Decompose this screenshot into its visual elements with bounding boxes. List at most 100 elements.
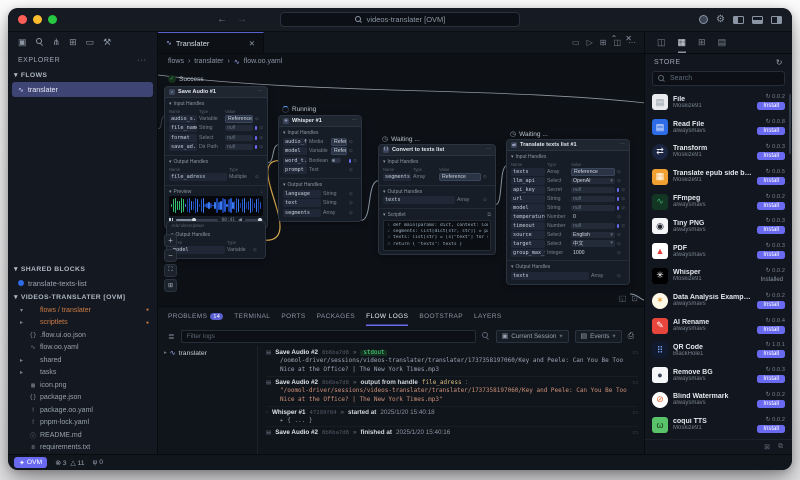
input-handle-row[interactable]: llm_api Select OpenAI <box>511 176 625 185</box>
output-handle-row[interactable]: model Variable <box>171 245 261 255</box>
flow-canvas[interactable]: ✓ Success Running ◷ Waiting ... ◷ Waitin… <box>158 69 644 306</box>
eye-icon[interactable] <box>255 135 263 141</box>
file-tree-row[interactable]: {} package.json <box>8 392 157 405</box>
add-description-placeholder[interactable]: Add description <box>167 222 265 229</box>
minimize-window-button[interactable] <box>33 15 42 24</box>
node-more-icon[interactable]: ⋯ <box>351 118 357 124</box>
tab-translater[interactable]: ∿ Translater ✕ <box>158 32 264 53</box>
eye-icon[interactable] <box>617 273 625 279</box>
store-item[interactable]: ω coqui TTS Moskize91 ↻ 0.0.2 Install <box>645 412 792 437</box>
layout-grid-button[interactable]: ⊞ <box>164 279 177 292</box>
file-tree-row[interactable]: ⓘ README.md <box>8 429 157 442</box>
output-handle-row[interactable]: texts Array <box>511 271 625 281</box>
log-panel-icon[interactable]: ▭ <box>632 409 638 416</box>
install-button[interactable]: Install <box>757 226 785 235</box>
log-entry[interactable]: ▤ Save Audio #2 8b6ba7d8 » output from h… <box>266 377 638 407</box>
scrollbar-thumb[interactable] <box>788 94 791 154</box>
layers-icon[interactable]: ▤ <box>718 32 727 53</box>
zoom-window-button[interactable] <box>48 15 57 24</box>
input-handle-row[interactable]: audio_s... Variable Reference <box>169 114 263 124</box>
log-entry[interactable]: ▤ Save Audio #2 8b6ba7d8 » finished at 2… <box>266 427 638 438</box>
eye-icon[interactable] <box>617 205 625 211</box>
store-item[interactable]: ⇄ Transform Moskize91 ↻ 0.0.3 Install <box>645 140 792 165</box>
settings-gear-icon[interactable]: ⚙ <box>716 14 725 25</box>
node-more-icon[interactable]: ⋯ <box>485 147 491 153</box>
eye-icon[interactable] <box>255 125 263 131</box>
eye-icon[interactable] <box>349 148 357 154</box>
input-handle-row[interactable]: word_t... Boolean <box>283 156 357 166</box>
file-tree-row[interactable]: {} .flow.ui.oo.json <box>8 329 157 342</box>
input-handle-row[interactable]: timeout Number null <box>511 221 625 230</box>
store-item[interactable]: ▲ PDF alwaysmavs ↻ 0.0.3 Install <box>645 239 792 264</box>
panel-tab[interactable]: LAYERS <box>474 307 502 326</box>
file-tree-row[interactable]: ∿ flow.oo.yaml <box>8 342 157 355</box>
file-tree-row[interactable]: ▦ icon.png <box>8 379 157 392</box>
input-handle-row[interactable]: model String null <box>511 203 625 212</box>
panel-tab[interactable]: BOOTSTRAP <box>419 307 463 326</box>
files-icon[interactable]: ▣ <box>18 37 27 48</box>
sidebar-item-translate-texts-list[interactable]: translate-texts-list <box>8 276 157 290</box>
fit-view-button[interactable]: ⛶ <box>164 264 177 277</box>
store-item[interactable]: ◉ Tiny PNG alwaysmavs ↻ 0.0.3 Install <box>645 214 792 239</box>
store-search-input[interactable]: Search <box>652 71 785 86</box>
run-flow-icon[interactable]: ▷ <box>587 38 593 47</box>
layout-icon[interactable]: ▭ <box>572 38 580 47</box>
close-window-button[interactable] <box>18 15 27 24</box>
forward-icon[interactable]: → <box>237 14 247 25</box>
expand-object-toggle[interactable]: ▸ { ... } <box>266 416 638 424</box>
search-icon[interactable] <box>35 38 44 46</box>
refresh-icon[interactable]: ↻ <box>776 58 783 67</box>
sidebar-item-translater[interactable]: ∿ translater <box>12 82 153 97</box>
input-handle-row[interactable]: audio_file Media Reference <box>283 137 357 147</box>
output-handle-row[interactable]: language String <box>283 189 357 199</box>
log-panel-icon[interactable]: ▭ <box>632 379 638 386</box>
eye-icon[interactable] <box>617 187 625 193</box>
lock-canvas-icon[interactable]: ⊡ <box>631 294 638 303</box>
input-handle-row[interactable]: target Select 中文 <box>511 239 625 248</box>
package-icon[interactable]: ▭ <box>86 37 95 48</box>
output-handle-row[interactable]: texts Array <box>383 196 491 206</box>
blocks-icon[interactable]: ⊞ <box>69 37 77 48</box>
filter-logs-input[interactable]: Filter logs <box>180 329 476 343</box>
remote-env-badge[interactable]: ✦ OVM <box>14 457 48 468</box>
input-handle-row[interactable]: texts Array Reference <box>511 167 625 176</box>
store-item[interactable]: ✳ Whisper Moskize91 ↻ 0.0.2 Installed <box>645 264 792 289</box>
eye-icon[interactable] <box>349 167 357 173</box>
file-tree-row[interactable]: ▸ tasks <box>8 367 157 380</box>
eye-icon[interactable] <box>483 197 491 203</box>
file-tree-row[interactable]: ▸ shared <box>8 354 157 367</box>
minimap-toggle-icon[interactable]: ◱ <box>619 294 627 303</box>
eye-icon[interactable] <box>349 139 357 145</box>
eye-icon[interactable] <box>255 116 263 122</box>
install-button[interactable]: Install <box>757 375 785 384</box>
input-handle-row[interactable]: group_max_tokens Integer 1000 <box>511 248 625 257</box>
output-handle-row[interactable]: text String <box>283 199 357 209</box>
install-button[interactable]: Install <box>757 399 785 408</box>
flask-icon[interactable]: ⊞ <box>698 32 706 53</box>
eye-icon[interactable] <box>349 210 357 216</box>
file-tree-row[interactable]: ▸ scriptlets ● <box>8 317 157 330</box>
install-button[interactable]: Install <box>757 151 785 160</box>
account-avatar-icon[interactable] <box>699 15 709 24</box>
eye-icon[interactable] <box>617 196 625 202</box>
session-dropdown[interactable]: ▣ Current Session ▾ <box>495 329 569 343</box>
toggle-right-panel-icon[interactable] <box>771 15 782 24</box>
log-tree-item-translater[interactable]: ▸ ∿ translater <box>164 349 251 358</box>
node-more-icon[interactable]: ⋯ <box>257 89 263 95</box>
eye-icon[interactable] <box>255 174 263 180</box>
input-handle-row[interactable]: file_name String null <box>169 124 263 134</box>
grid-icon[interactable]: ⊞ <box>600 38 607 47</box>
input-handle-row[interactable]: temperature Number 0 <box>511 212 625 221</box>
events-dropdown[interactable]: ▤ Events ▾ <box>574 329 622 343</box>
zoom-out-button[interactable]: − <box>164 249 177 262</box>
extensions-icon[interactable]: ◫ <box>657 32 666 53</box>
input-handle-row[interactable]: url String null <box>511 194 625 203</box>
file-tree-row[interactable]: ▾ flows / translater ● <box>8 304 157 317</box>
install-button[interactable]: Install <box>757 201 785 210</box>
feedback-icon[interactable]: ⊠ <box>764 443 770 451</box>
download-icon[interactable]: ↓ <box>261 189 264 195</box>
eye-icon[interactable] <box>617 232 625 238</box>
log-panel-icon[interactable]: ▭ <box>632 349 638 356</box>
eye-icon[interactable] <box>483 174 491 180</box>
eye-icon[interactable] <box>349 191 357 197</box>
